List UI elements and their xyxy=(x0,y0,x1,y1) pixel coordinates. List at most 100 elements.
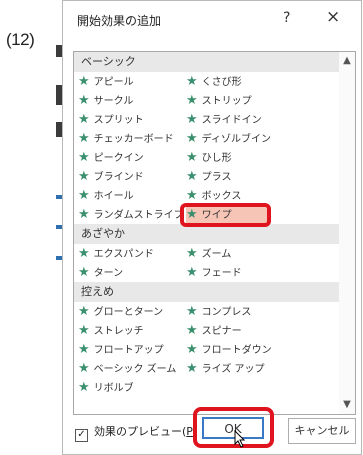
effect-item[interactable]: ★ ストレッチ xyxy=(78,322,144,340)
effect-item[interactable]: ★ フロートダウン xyxy=(186,341,272,359)
effect-item[interactable]: ★ グローとターン xyxy=(78,303,163,321)
effect-item[interactable]: ★ くさび形 xyxy=(186,73,242,91)
effect-row: ★ サークル ★ ストリップ xyxy=(74,91,340,110)
effect-list[interactable]: ベーシック ★ アピール ★ くさび形 ★ サークル ★ ストリップ ★ スプリット ★ スライドイン ★… xyxy=(73,51,356,415)
star-icon: ★ xyxy=(78,188,90,203)
effect-label: ひし形 xyxy=(201,153,232,164)
effect-label: ピークイン xyxy=(93,153,144,164)
effect-item[interactable]: ★ ひし形 xyxy=(186,149,232,167)
effect-row: ★ ターン ★ フェード xyxy=(74,263,340,282)
star-icon: ★ xyxy=(78,150,90,165)
effect-item[interactable]: ★ サークル xyxy=(78,92,133,110)
help-button[interactable]: ? xyxy=(283,10,290,26)
effect-row: ★ グローとターン ★ コンプレス xyxy=(74,302,340,321)
ok-button[interactable]: OK xyxy=(202,417,264,439)
effect-label: ワイプ xyxy=(201,210,232,221)
group-header: ベーシック xyxy=(74,52,340,72)
effect-item[interactable]: ★ ライズ アップ xyxy=(186,360,265,378)
effect-item[interactable]: ★ スピナー xyxy=(186,322,242,340)
star-icon: ★ xyxy=(78,342,90,357)
effect-preview-checkbox[interactable]: ✓ 効果のプレビュー(P) xyxy=(75,423,197,442)
effect-label: エクスパンド xyxy=(93,249,154,260)
effect-label: ストレッチ xyxy=(93,326,144,337)
star-icon: ★ xyxy=(78,323,90,338)
effect-item[interactable]: ★ スライドイン xyxy=(186,111,262,129)
group-header: あざやか xyxy=(74,224,340,244)
star-icon: ★ xyxy=(186,361,198,376)
close-button[interactable]: × xyxy=(326,7,340,27)
effect-label: ディゾルブイン xyxy=(201,134,271,145)
effect-label: ライズ アップ xyxy=(201,364,265,375)
star-icon: ★ xyxy=(78,246,90,261)
scrollbar[interactable]: ▲ ▼ xyxy=(339,52,355,414)
effect-row: ★ ランダムストライプ ★ ワイプ xyxy=(74,203,340,227)
effect-label: スライドイン xyxy=(201,115,262,126)
group-header: 控えめ xyxy=(74,282,340,302)
effect-item[interactable]: ★ ベーシック ズーム xyxy=(78,360,176,378)
effect-label: ターン xyxy=(93,268,124,279)
effect-row: ★ ピークイン ★ ひし形 xyxy=(74,148,340,167)
star-icon: ★ xyxy=(78,131,90,146)
effect-row: ★ スプリット ★ スライドイン xyxy=(74,110,340,129)
effect-item[interactable]: ★ リボルブ xyxy=(78,379,134,397)
star-icon: ★ xyxy=(186,342,198,357)
title-bar: 開始効果の追加 ? × xyxy=(63,1,361,41)
scroll-up-arrow-icon[interactable]: ▲ xyxy=(339,54,355,68)
effect-item[interactable]: ★ ディゾルブイン xyxy=(186,130,271,148)
effect-label: スピナー xyxy=(201,326,242,337)
effect-row: ★ ストレッチ ★ スピナー xyxy=(74,321,340,340)
star-icon: ★ xyxy=(78,380,90,395)
effect-label: リボルブ xyxy=(93,383,134,394)
star-icon: ★ xyxy=(186,131,198,146)
effect-label: スプリット xyxy=(93,115,144,126)
effect-item[interactable]: ★ ズーム xyxy=(186,245,231,263)
effect-item[interactable]: ★ ホイール xyxy=(78,187,134,205)
effect-item[interactable]: ★ コンプレス xyxy=(186,303,251,321)
effect-item[interactable]: ★ スプリット xyxy=(78,111,144,129)
star-icon: ★ xyxy=(186,323,198,338)
effect-item[interactable]: ★ ボックス xyxy=(186,187,241,205)
effect-item[interactable]: ★ フロートアップ xyxy=(78,341,164,359)
effect-row: ★ アピール ★ くさび形 xyxy=(74,72,340,91)
effect-item[interactable]: ★ チェッカーボード xyxy=(78,130,174,148)
star-icon: ★ xyxy=(186,93,198,108)
checkbox-check-icon[interactable]: ✓ xyxy=(75,429,88,442)
effect-label: ホイール xyxy=(93,191,134,202)
effect-item[interactable]: ★ ターン xyxy=(78,264,123,282)
effect-item[interactable]: ★ ランダムストライプ xyxy=(78,206,184,224)
star-icon: ★ xyxy=(186,150,198,165)
effect-item[interactable]: ★ ブラインド xyxy=(78,168,144,186)
effect-label: フロートダウン xyxy=(201,345,272,356)
effect-item[interactable]: ★ フェード xyxy=(186,264,242,282)
step-number-label: (12) xyxy=(6,30,35,49)
effect-item[interactable]: ★ ピークイン xyxy=(78,149,144,167)
star-icon: ★ xyxy=(78,112,90,127)
effect-item[interactable]: ★ ワイプ xyxy=(186,206,270,224)
star-icon: ★ xyxy=(186,112,198,127)
effect-label: ズーム xyxy=(201,249,232,260)
effect-label: コンプレス xyxy=(201,307,252,318)
effect-label: ボックス xyxy=(201,191,242,202)
effect-label: フェード xyxy=(201,268,242,279)
effect-label: ストリップ xyxy=(201,96,252,107)
ok-button-highlight: OK xyxy=(193,407,274,448)
cancel-button[interactable]: キャンセル xyxy=(288,418,356,444)
effect-item[interactable]: ★ ストリップ xyxy=(186,92,252,110)
effect-item[interactable]: ★ エクスパンド xyxy=(78,245,154,263)
effect-label: グローとターン xyxy=(93,307,164,318)
effect-label: ブラインド xyxy=(93,172,144,183)
preview-label-prefix: 効果のプレビュー( xyxy=(94,425,187,438)
scroll-down-arrow-icon[interactable]: ▼ xyxy=(339,398,355,412)
star-icon: ★ xyxy=(186,169,198,184)
star-icon: ★ xyxy=(186,246,198,261)
dialog-title: 開始効果の追加 xyxy=(77,14,162,28)
effect-item[interactable]: ★ プラス xyxy=(186,168,231,186)
effect-label: サークル xyxy=(93,96,134,107)
effect-label: チェッカーボード xyxy=(93,134,174,145)
effect-row: ★ ホイール ★ ボックス xyxy=(74,186,340,205)
effect-label: プラス xyxy=(201,172,232,183)
star-icon: ★ xyxy=(186,207,198,222)
effect-row: ★ リボルブ xyxy=(74,378,340,397)
star-icon: ★ xyxy=(186,265,198,280)
effect-item[interactable]: ★ アピール xyxy=(78,73,134,91)
